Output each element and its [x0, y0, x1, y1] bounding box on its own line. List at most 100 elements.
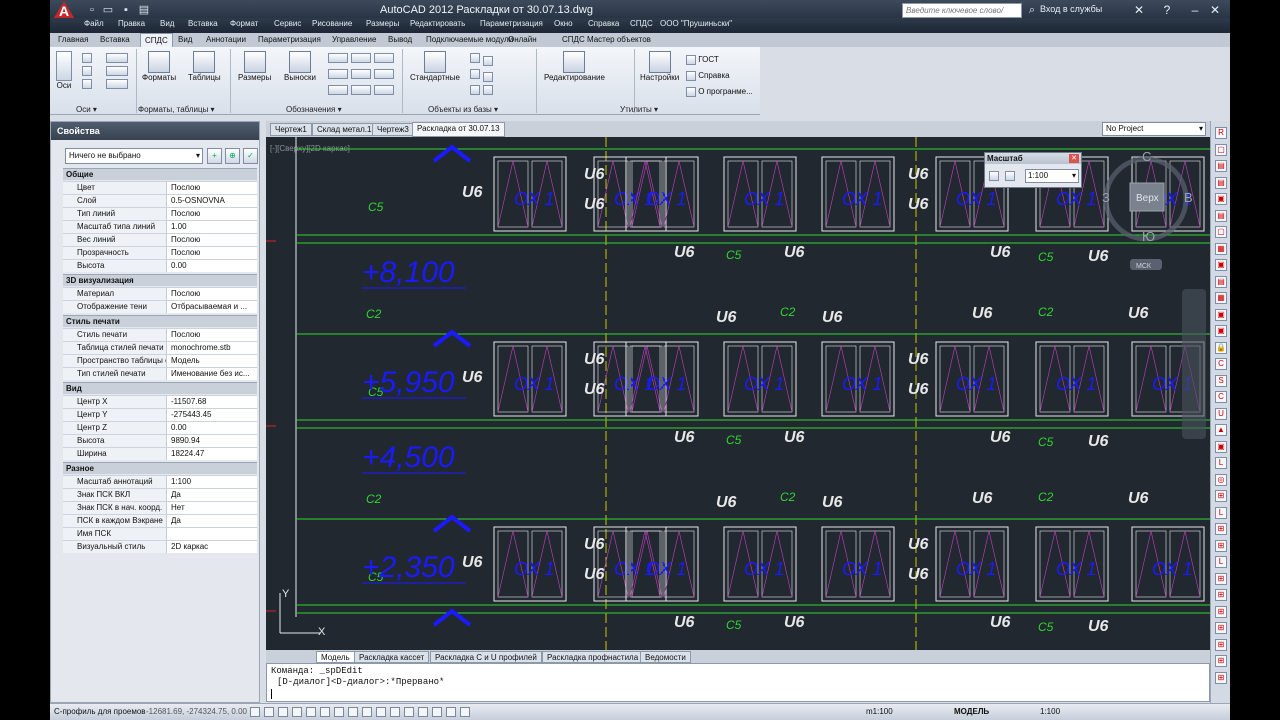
- property-row[interactable]: Центр Z 0.00: [63, 421, 257, 434]
- toggle-pickadd-icon[interactable]: +: [207, 148, 222, 164]
- menu-item[interactable]: Окно: [554, 19, 573, 28]
- property-category[interactable]: 3D визуализация: [63, 274, 257, 286]
- property-value[interactable]: Отбрасываемая и ...: [168, 301, 257, 313]
- formats-button[interactable]: Форматы: [142, 51, 176, 82]
- signin-button[interactable]: Вход в службы: [1040, 4, 1102, 14]
- tool-icon[interactable]: ⊞: [1215, 638, 1227, 651]
- ribbon-tab[interactable]: Вывод: [384, 33, 416, 47]
- layout-tab[interactable]: Модель: [316, 651, 355, 663]
- sizes-button[interactable]: Размеры: [238, 51, 271, 82]
- property-row[interactable]: Центр X -11507.68: [63, 395, 257, 408]
- property-value[interactable]: 1:100: [168, 476, 257, 488]
- drafting-toggle[interactable]: [376, 707, 386, 717]
- menu-item[interactable]: СПДС: [630, 19, 653, 28]
- tool-icon[interactable]: ▢: [1215, 143, 1227, 156]
- property-value[interactable]: -11507.68: [168, 396, 257, 408]
- panel-axes[interactable]: Оси ▾: [76, 105, 97, 114]
- tables-button[interactable]: Таблицы: [188, 51, 221, 82]
- axes-tool[interactable]: Оси: [56, 51, 72, 90]
- scale-tool-icon[interactable]: [989, 171, 999, 181]
- tool-icon[interactable]: ▦: [1215, 242, 1227, 255]
- help-button[interactable]: Справка: [686, 71, 730, 81]
- property-row[interactable]: Имя ПСК: [63, 527, 257, 540]
- drafting-toggle[interactable]: [306, 707, 316, 717]
- property-value[interactable]: Именование без ис...: [168, 368, 257, 380]
- property-row[interactable]: Тип стилей печати Именование без ис...: [63, 367, 257, 380]
- line-tools[interactable]: [106, 53, 128, 89]
- selection-dropdown[interactable]: Ничего не выбрано ▾: [65, 148, 203, 164]
- print-icon[interactable]: ▤: [138, 4, 150, 16]
- property-category[interactable]: Вид: [63, 382, 257, 394]
- tool-icon[interactable]: ⊞: [1215, 523, 1227, 535]
- tool-icon[interactable]: ⊞: [1215, 605, 1227, 618]
- panel-formats[interactable]: Форматы, таблицы ▾: [138, 105, 215, 114]
- property-value[interactable]: Послою: [168, 208, 257, 220]
- tool-icon[interactable]: ▢: [1215, 226, 1227, 238]
- document-tab[interactable]: Чертеж3: [372, 123, 414, 136]
- property-row[interactable]: Высота 9890.94: [63, 434, 257, 447]
- tool-icon[interactable]: ▤: [1215, 209, 1227, 222]
- quick-select-icon[interactable]: ✓: [243, 148, 258, 164]
- property-value[interactable]: Послою: [168, 329, 257, 341]
- drafting-toggle[interactable]: [320, 707, 330, 717]
- tool-icon[interactable]: ⊞: [1215, 622, 1227, 634]
- property-row[interactable]: Масштаб аннотаций 1:100: [63, 475, 257, 488]
- scale-list-icon[interactable]: [1005, 171, 1015, 181]
- layout-tab[interactable]: Раскладка кассет: [354, 651, 430, 663]
- tool-icon[interactable]: R: [1215, 127, 1227, 139]
- help-icon[interactable]: ?: [1158, 2, 1176, 19]
- ribbon-tab[interactable]: СПДС Мастер объектов: [558, 33, 655, 47]
- property-value[interactable]: Да: [168, 489, 257, 501]
- tool-icon[interactable]: ▤: [1215, 275, 1227, 288]
- tool-icon[interactable]: ▲: [1215, 424, 1227, 436]
- property-value[interactable]: Послою: [168, 234, 257, 246]
- drafting-toggle[interactable]: [418, 707, 428, 717]
- property-category[interactable]: Общие: [63, 168, 257, 180]
- property-value[interactable]: Послою: [168, 247, 257, 259]
- tool-icon[interactable]: L: [1215, 457, 1227, 469]
- tool-icon[interactable]: L: [1215, 506, 1227, 519]
- ribbon-tab[interactable]: Вид: [174, 33, 196, 47]
- property-row[interactable]: Визуальный стиль 2D каркас: [63, 540, 257, 553]
- property-row[interactable]: Материал Послою: [63, 287, 257, 300]
- open-file-icon[interactable]: ▭: [102, 4, 114, 16]
- ribbon-tab[interactable]: Главная: [54, 33, 92, 47]
- marks-small-tools[interactable]: [328, 53, 394, 98]
- layout-tab[interactable]: Раскладка профнастила: [542, 651, 644, 663]
- tool-icon[interactable]: ⊞: [1215, 572, 1227, 585]
- drafting-toggle[interactable]: [334, 707, 344, 717]
- tool-icon[interactable]: ▣: [1215, 440, 1227, 453]
- tool-icon[interactable]: ⊞: [1215, 671, 1227, 684]
- property-value[interactable]: Модель: [168, 355, 257, 367]
- tool-icon[interactable]: ▣: [1215, 259, 1227, 271]
- property-row[interactable]: Таблица стилей печати monochrome.stb: [63, 341, 257, 354]
- property-row[interactable]: Пространство таблицы с... Модель: [63, 354, 257, 367]
- tool-icon[interactable]: ▣: [1215, 308, 1227, 321]
- drafting-toggle[interactable]: [264, 707, 274, 717]
- property-row[interactable]: Тип линий Послою: [63, 207, 257, 220]
- tool-icon[interactable]: ⊞: [1215, 490, 1227, 502]
- property-value[interactable]: Послою: [168, 288, 257, 300]
- layout-tab[interactable]: Ведомости: [640, 651, 691, 663]
- menu-item[interactable]: Формат: [230, 19, 258, 28]
- property-row[interactable]: Отображение тени Отбрасываемая и ...: [63, 300, 257, 313]
- property-value[interactable]: 18224.47: [168, 448, 257, 460]
- property-row[interactable]: Высота 0.00: [63, 259, 257, 272]
- tool-icon[interactable]: ⊞: [1215, 655, 1227, 667]
- leaders-button[interactable]: Выноски: [284, 51, 316, 82]
- ribbon-tab[interactable]: Управление: [328, 33, 380, 47]
- property-row[interactable]: Масштаб типа линий 1.00: [63, 220, 257, 233]
- menu-item[interactable]: Вставка: [188, 19, 218, 28]
- drafting-toggle[interactable]: [446, 707, 456, 717]
- gost-button[interactable]: ГОСТ: [686, 55, 719, 65]
- document-tab[interactable]: Склад метал.1: [312, 123, 377, 136]
- menu-item[interactable]: Рисование: [312, 19, 352, 28]
- drafting-toggle[interactable]: [278, 707, 288, 717]
- menu-item[interactable]: Справка: [588, 19, 619, 28]
- project-dropdown[interactable]: No Project ▾: [1102, 122, 1206, 136]
- menu-item[interactable]: Редактировать: [410, 19, 465, 28]
- standard-button[interactable]: Стандартные: [410, 51, 460, 82]
- ribbon-tab[interactable]: Параметризация: [254, 33, 325, 47]
- property-value[interactable]: Нет: [168, 502, 257, 514]
- panel-objects[interactable]: Объекты из базы ▾: [428, 105, 498, 114]
